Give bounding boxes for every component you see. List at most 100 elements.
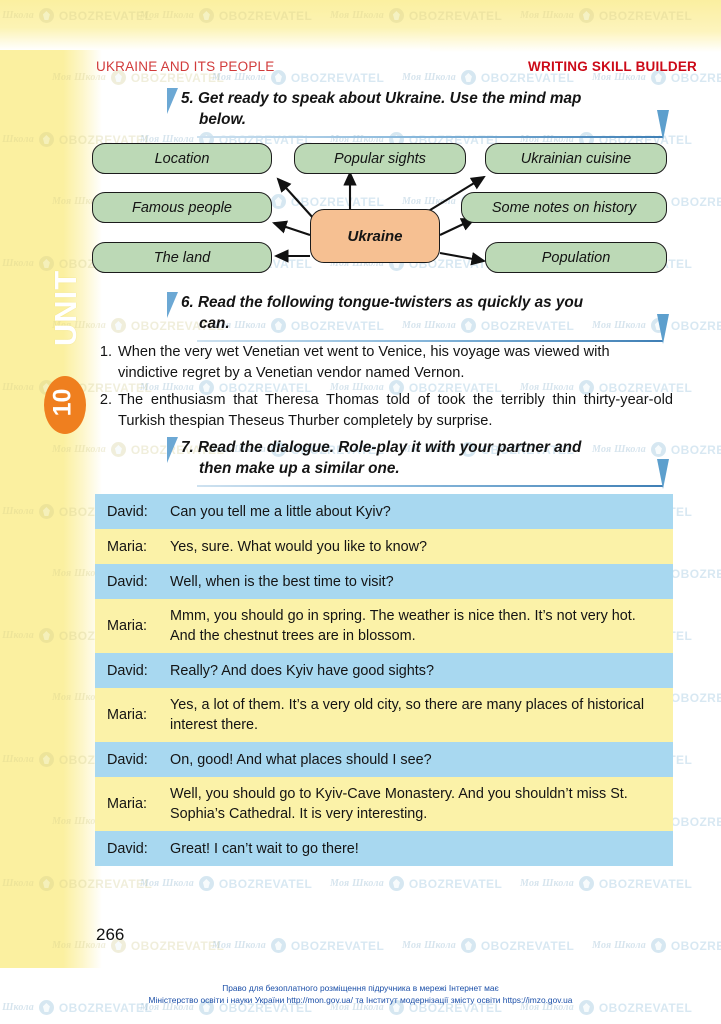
mindmap-node-location: Location — [92, 143, 272, 174]
task-6-line2: can. — [199, 315, 230, 332]
dialogue-speaker: David: — [107, 751, 148, 768]
watermark-brand-label: OBOZREVATEL — [598, 876, 693, 891]
tongue-twister-text: The enthusiasm that Theresa Thomas told … — [118, 392, 673, 429]
task-banner-7: 7. Read the dialogue. Role-play it with … — [167, 437, 673, 489]
watermark-brand-label: OBOZREVATEL — [480, 938, 575, 953]
tongue-twister-list: 1. When the very wet Venetian vet went t… — [95, 342, 673, 438]
dialogue-row: David: Great! I can’t wait to go there! — [95, 831, 673, 866]
watermark: Моя Школа OBOZREVATEL — [212, 938, 384, 953]
dialogue-speaker: Maria: — [107, 618, 147, 634]
banner-right-arrow-icon — [657, 314, 669, 344]
shield-logo-icon — [388, 876, 404, 891]
tongue-twister-item: 2. The enthusiasm that Theresa Thomas to… — [95, 390, 673, 432]
watermark: Моя Школа OBOZREVATEL — [330, 876, 502, 891]
task-banner-5: 5. Get ready to speak about Ukraine. Use… — [167, 88, 673, 140]
watermark-brand-label: OBOZREVATEL — [670, 442, 721, 457]
task-6-line1: 6. Read the following tongue-twisters as… — [181, 294, 584, 311]
dialogue-line: Can you tell me a little about Kyiv? — [170, 503, 391, 520]
footer-line-1: Право для безоплатного розміщення підруч… — [222, 983, 499, 993]
watermark: Моя Школа OBOZREVATEL — [592, 938, 721, 953]
watermark-brand-label: OBOZREVATEL — [670, 814, 721, 829]
dialogue-line: On, good! And what places should I see? — [170, 751, 432, 768]
dialogue-speaker: David: — [107, 503, 148, 520]
unit-word-label: UNIT — [48, 269, 83, 347]
watermark-school-label: Моя Школа — [520, 878, 574, 889]
dialogue-row: David: Really? And does Kyiv have good si… — [95, 653, 673, 688]
mindmap-center-node-ukraine: Ukraine — [310, 209, 440, 263]
tongue-twister-text: When the very wet Venetian vet went to V… — [118, 344, 610, 381]
header-skill-title: WRITING SKILL BUILDER — [528, 59, 697, 74]
dialogue-row: Maria: Mmm, you should go in spring. The … — [95, 599, 673, 653]
shield-logo-icon — [460, 70, 476, 85]
watermark-school-label: Моя Школа — [140, 878, 194, 889]
dialogue-speaker: David: — [107, 662, 148, 679]
shield-logo-icon — [270, 938, 286, 953]
dialogue-row: Maria: Yes, a lot of them. It’s a very ol… — [95, 688, 673, 742]
watermark-brand-label: OBOZREVATEL — [670, 318, 721, 333]
watermark-brand-label: OBOZREVATEL — [408, 876, 503, 891]
mindmap-node-ukrainian-cuisine: Ukrainian cuisine — [485, 143, 667, 174]
dialogue-speaker: David: — [107, 573, 148, 590]
banner-rule-5 — [197, 136, 663, 138]
shield-logo-icon — [110, 442, 126, 457]
footer-line-2: Міністерство освіти і науки України http… — [148, 994, 573, 1005]
watermark-school-label: Моя Школа — [402, 72, 456, 83]
task-5-text: 5. Get ready to speak about Ukraine. Use… — [181, 88, 673, 130]
dialogue-row: Maria: Yes, sure. What would you like to … — [95, 529, 673, 564]
textbook-page: Моя ШколаOBOZREVATELМоя ШколаOBOZREVATEL… — [0, 0, 721, 1024]
dialogue-line: Well, you should go to Kyiv-Cave Monaste… — [170, 786, 628, 822]
watermark-brand-label: OBOZREVATEL — [290, 938, 385, 953]
tongue-twister-item: 1. When the very wet Venetian vet went t… — [95, 342, 673, 384]
banner-right-arrow-icon — [657, 110, 669, 140]
banner-left-triangle-icon — [167, 88, 178, 114]
dialogue-speaker: Maria: — [107, 538, 147, 555]
dialogue-row: David: Can you tell me a little about Kyi… — [95, 494, 673, 529]
watermark-school-label: Моя Школа — [402, 940, 456, 951]
task-7-text: 7. Read the dialogue. Role-play it with … — [181, 437, 673, 479]
dialogue-row: Maria: Well, you should go to Kyiv-Cave M… — [95, 777, 673, 831]
task-7-line2: then make up a similar one. — [199, 460, 400, 477]
unit-tab: UNIT 10 — [42, 228, 88, 434]
dialogue-speaker: Maria: — [107, 707, 147, 723]
watermark-brand-label: OBOZREVATEL — [290, 70, 385, 85]
banner-right-arrow-icon — [657, 459, 669, 489]
shield-logo-icon — [650, 938, 666, 953]
dialogue-line: Mmm, you should go in spring. The weathe… — [170, 608, 636, 644]
dialogue-line: Really? And does Kyiv have good sights? — [170, 662, 434, 679]
task-5-line1: 5. Get ready to speak about Ukraine. Use… — [181, 90, 582, 107]
mindmap-node-famous-people: Famous people — [92, 192, 272, 223]
watermark-school-label: Моя Школа — [212, 940, 266, 951]
top-right-yellow-band — [430, 0, 721, 52]
task-6-text: 6. Read the following tongue-twisters as… — [181, 292, 673, 334]
dialogue-line: Well, when is the best time to visit? — [170, 573, 394, 590]
watermark-school-label: Моя Школа — [330, 878, 384, 889]
watermark-school-label: Моя Школа — [592, 940, 646, 951]
shield-logo-icon — [578, 876, 594, 891]
left-yellow-band — [0, 0, 102, 968]
watermark: Моя Школа OBOZREVATEL — [140, 876, 312, 891]
mindmap-node-the-land: The land — [92, 242, 272, 273]
mindmap-node-popular-sights: Popular sights — [294, 143, 466, 174]
unit-number-label: 10 — [48, 388, 77, 417]
footer-notice: Право для безоплатного розміщення підруч… — [0, 983, 721, 1006]
watermark-brand-label: OBOZREVATEL — [670, 194, 721, 209]
dialogue-line: Yes, sure. What would you like to know? — [170, 538, 428, 555]
banner-rule-7 — [197, 485, 663, 487]
task-banner-6: 6. Read the following tongue-twisters as… — [167, 292, 673, 344]
tongue-twister-number: 2. — [99, 392, 112, 408]
watermark-brand-label: OBOZREVATEL — [130, 938, 225, 953]
watermark-brand-label: OBOZREVATEL — [670, 938, 721, 953]
mindmap-node-some-notes-on-history: Some notes on history — [461, 192, 667, 223]
dialogue-line: Yes, a lot of them. It’s a very old city… — [170, 697, 645, 733]
dialogue-speaker: David: — [107, 840, 148, 857]
dialogue-table: David: Can you tell me a little about Kyi… — [95, 494, 673, 866]
tongue-twister-number: 1. — [99, 344, 112, 360]
header-section-title: UKRAINE AND ITS PEOPLE — [96, 59, 275, 74]
task-5-line2: below. — [199, 111, 247, 128]
shield-logo-icon — [198, 876, 214, 891]
watermark: Моя Школа OBOZREVATEL — [402, 938, 574, 953]
mindmap-node-population: Population — [485, 242, 667, 273]
shield-logo-icon — [460, 938, 476, 953]
dialogue-speaker: Maria: — [107, 796, 147, 812]
watermark-brand-label: OBOZREVATEL — [670, 690, 721, 705]
